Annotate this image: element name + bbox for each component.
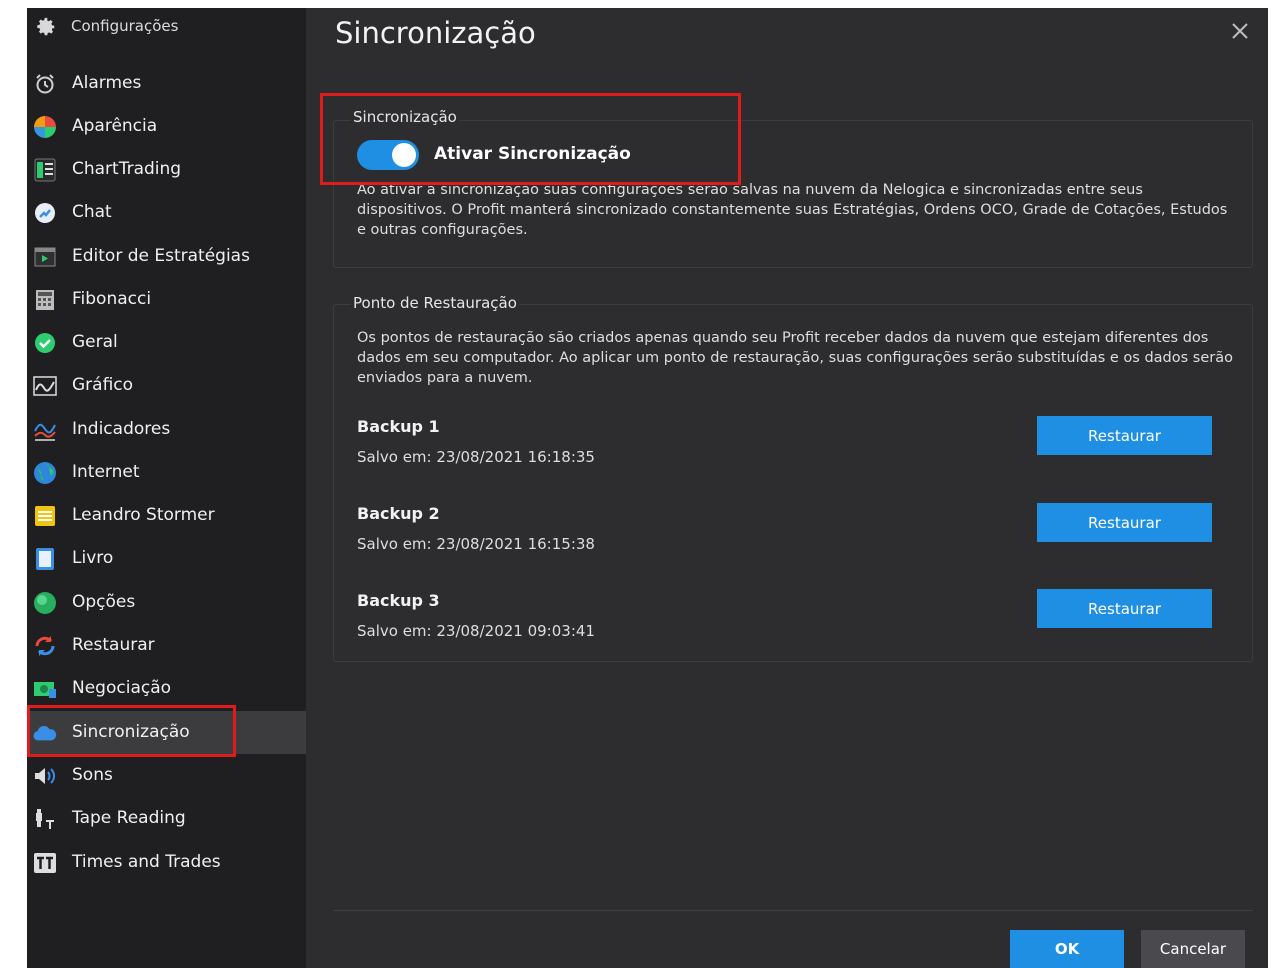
calculator-icon [33,288,57,312]
sidebar-item-charttrading[interactable]: ChartTrading [27,148,306,191]
restore-description: Os pontos de restauração são criados ape… [357,330,1233,386]
speaker-icon [33,764,57,788]
sidebar-item-label: Leandro Stormer [72,505,215,525]
backup-date: Salvo em: 23/08/2021 16:15:38 [357,535,595,553]
sync-description: Ao ativar a sincronização suas configura… [357,182,1228,238]
backup-name: Backup 3 [357,591,440,610]
sidebar-item-label: Editor de Estratégias [72,246,250,266]
sidebar-item-indicadores[interactable]: Indicadores [27,408,306,451]
sidebar-header-label: Configurações [71,17,179,35]
footer-divider [333,910,1253,911]
restore-button[interactable]: Restaurar [1037,416,1212,455]
sidebar-item-tape-reading[interactable]: Tape Reading [27,797,306,840]
sidebar-item-label: Gráfico [72,375,134,395]
sidebar-item-label: Sons [72,765,113,785]
sidebar-item-opcoes[interactable]: Opções [27,581,306,624]
sidebar-item-restaurar[interactable]: Restaurar [27,624,306,667]
cancel-button[interactable]: Cancelar [1141,930,1245,968]
sidebar-item-leandro-stormer[interactable]: Leandro Stormer [27,494,306,537]
highlight-box-toggle [320,93,741,185]
sidebar-item-label: Aparência [72,116,158,136]
backup-date: Salvo em: 23/08/2021 16:18:35 [357,448,595,466]
sidebar-item-grafico[interactable]: Gráfico [27,364,306,407]
sidebar: Configurações Alarmes Aparência ChartTra… [27,8,306,968]
sidebar-item-label: Internet [72,462,140,482]
sidebar-item-alarmes[interactable]: Alarmes [27,62,306,105]
sidebar-item-label: Times and Trades [72,852,221,872]
backup-date: Salvo em: 23/08/2021 09:03:41 [357,622,595,640]
backup-name: Backup 1 [357,417,440,436]
palette-pie-icon [33,115,57,139]
book-icon [33,547,57,571]
chart-wave-icon [33,374,57,398]
backup-name: Backup 2 [357,504,440,523]
money-icon [33,677,57,701]
page-title: Sincronização [335,16,536,50]
sidebar-item-times-and-trades[interactable]: Times and Trades [27,841,306,884]
play-editor-icon [33,245,57,269]
tape-reading-icon [33,807,57,831]
green-orb-icon [33,591,57,615]
sidebar-item-aparencia[interactable]: Aparência [27,105,306,148]
sidebar-item-fibonacci[interactable]: Fibonacci [27,278,306,321]
check-circle-icon [33,331,57,355]
sidebar-item-label: Indicadores [72,419,171,439]
sidebar-item-label: Livro [72,548,114,568]
sidebar-item-label: ChartTrading [72,159,182,179]
sidebar-item-negociacao[interactable]: Negociação [27,667,306,710]
restore-group-title: Ponto de Restauração [351,294,519,312]
restore-button[interactable]: Restaurar [1037,503,1212,542]
sidebar-item-label: Opções [72,592,136,612]
refresh-icon [33,634,57,658]
alarm-clock-icon [33,72,57,96]
sidebar-item-editor-estrategias[interactable]: Editor de Estratégias [27,235,306,278]
charttrading-icon [33,158,57,182]
sidebar-item-label: Tape Reading [72,808,186,828]
restore-button[interactable]: Restaurar [1037,589,1212,628]
window-list-icon [33,504,57,528]
sidebar-item-sons[interactable]: Sons [27,754,306,797]
sidebar-item-label: Alarmes [72,73,142,93]
tt-icon [33,851,57,875]
sidebar-item-label: Negociação [72,678,172,698]
sidebar-item-label: Fibonacci [72,289,152,309]
settings-window: Configurações Alarmes Aparência ChartTra… [27,8,1268,968]
sidebar-header: Configurações [27,8,306,48]
ok-button[interactable]: OK [1010,930,1124,968]
close-icon[interactable] [1227,18,1253,44]
sidebar-item-geral[interactable]: Geral [27,321,306,364]
sidebar-item-livro[interactable]: Livro [27,537,306,580]
chat-icon [33,201,57,225]
sidebar-item-chat[interactable]: Chat [27,191,306,234]
sidebar-item-internet[interactable]: Internet [27,451,306,494]
sidebar-item-label: Chat [72,202,112,222]
sidebar-item-label: Geral [72,332,118,352]
indicator-lines-icon [33,418,57,442]
sidebar-item-label: Restaurar [72,635,155,655]
highlight-box-sidebar [27,705,236,757]
globe-icon [33,461,57,485]
gear-icon [37,17,55,36]
